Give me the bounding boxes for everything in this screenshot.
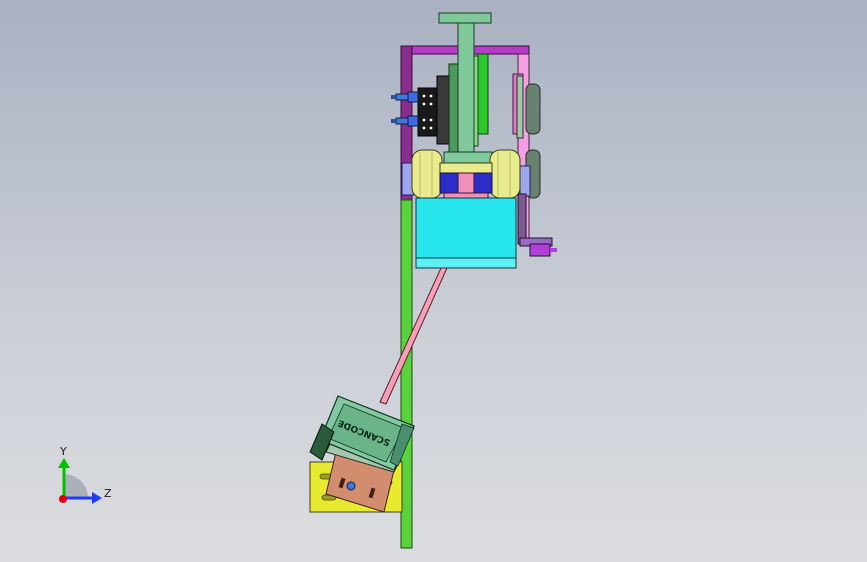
axis-triad: Y Z [58,445,112,504]
origin-icon [59,495,67,503]
pink-rod[interactable] [379,267,448,405]
cyan-block[interactable] [415,197,517,269]
cad-viewport[interactable]: SCANCODE Y Z [0,0,867,562]
z-axis-arrow-icon [92,492,102,504]
model-canvas: SCANCODE Y Z [58,12,557,549]
green-post[interactable] [400,199,413,549]
z-axis-label: Z [104,487,112,500]
y-axis-label: Y [59,445,67,458]
connector-block[interactable] [417,75,452,145]
y-axis-arrow-icon [58,458,70,468]
purple-side-bracket[interactable] [517,193,557,257]
